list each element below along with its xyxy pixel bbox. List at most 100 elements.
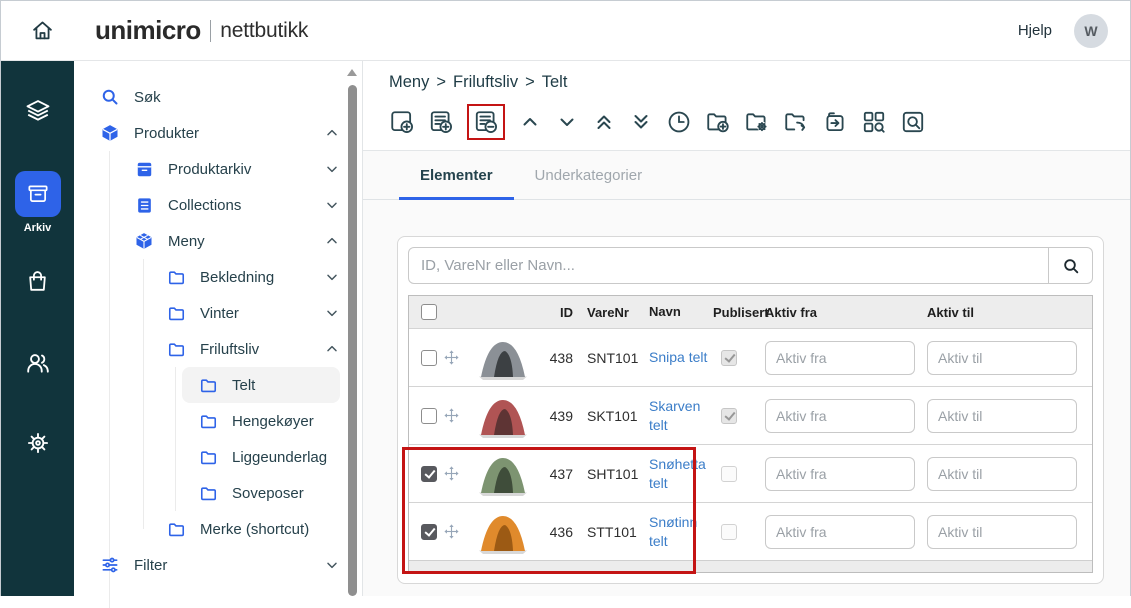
folder-icon: [166, 303, 186, 323]
row-select-checkbox[interactable]: [421, 466, 437, 482]
remove-list-item-icon[interactable]: [473, 109, 499, 135]
select-all-checkbox[interactable]: [421, 304, 437, 320]
folder-move-icon[interactable]: [783, 109, 809, 135]
product-image: [477, 392, 529, 440]
rail-item-settings[interactable]: [24, 429, 52, 457]
search-input[interactable]: [408, 247, 1049, 284]
sidebar-item-bekledning[interactable]: Bekledning: [74, 259, 362, 295]
sidebar-item-label: Merke (shortcut): [200, 521, 309, 538]
folder-icon: [198, 375, 218, 395]
drag-handle-icon[interactable]: [443, 523, 477, 540]
folder-add-icon[interactable]: [705, 109, 731, 135]
chevron-down-icon[interactable]: [324, 269, 340, 285]
aktiv-fra-input[interactable]: [765, 457, 915, 491]
duplicate-arrow-icon[interactable]: [822, 109, 848, 135]
aktiv-til-input[interactable]: [927, 515, 1077, 549]
page: { "topbar": { "brand": "unimicro", "divi…: [0, 0, 1131, 596]
sidebar-item-vinter[interactable]: Vinter: [74, 295, 362, 331]
horizontal-scrollbar-track[interactable]: [409, 560, 1092, 572]
sidebar-item-label: Hengekøyer: [232, 413, 314, 430]
chevron-up-icon[interactable]: [324, 125, 340, 141]
product-link[interactable]: Snøtinn telt: [649, 514, 697, 549]
avatar[interactable]: W: [1074, 14, 1108, 48]
aktiv-fra-input[interactable]: [765, 341, 915, 375]
aktiv-fra-input[interactable]: [765, 515, 915, 549]
row-select-checkbox[interactable]: [421, 350, 437, 366]
chevrons-up-icon[interactable]: [592, 110, 616, 134]
sidebar-item-collections[interactable]: Collections: [74, 187, 362, 223]
help-link[interactable]: Hjelp: [1018, 22, 1052, 39]
aktiv-til-input[interactable]: [927, 341, 1077, 375]
rail-item-customers[interactable]: [24, 349, 52, 377]
chevron-up-icon[interactable]: [324, 233, 340, 249]
header-publisert: Publisert: [713, 305, 761, 320]
breadcrumb-meny[interactable]: Meny: [389, 73, 429, 92]
publisert-checkbox: [721, 466, 737, 482]
row-select-checkbox[interactable]: [421, 408, 437, 424]
product-link[interactable]: Snøhetta telt: [649, 456, 706, 491]
chevrons-down-icon[interactable]: [629, 110, 653, 134]
scrollbar-thumb[interactable]: [348, 85, 357, 596]
tab-underkategorier[interactable]: Underkategorier: [514, 167, 664, 200]
folder-icon: [198, 447, 218, 467]
scrollbar-up-arrow[interactable]: [347, 69, 357, 76]
cell-id: 437: [537, 466, 577, 482]
sidebar-item-label: Bekledning: [200, 269, 274, 286]
folder-gear-icon[interactable]: [744, 109, 770, 135]
aktiv-fra-input[interactable]: [765, 399, 915, 433]
add-list-item-icon[interactable]: [428, 109, 454, 135]
box-search-icon[interactable]: [900, 109, 926, 135]
row-select-checkbox[interactable]: [421, 524, 437, 540]
aktiv-til-input[interactable]: [927, 399, 1077, 433]
brand-product: nettbutikk: [220, 19, 308, 43]
sidebar-item-liggeunderlag[interactable]: Liggeunderlag: [74, 439, 362, 475]
breadcrumb: Meny > Friluftsliv > Telt: [389, 73, 1130, 92]
header-aktiv-fra: Aktiv fra: [761, 305, 923, 320]
rail-item-shop[interactable]: [24, 268, 51, 295]
aktiv-til-input[interactable]: [927, 457, 1077, 491]
rail-item-arkiv[interactable]: Arkiv: [15, 171, 61, 234]
chevron-up-icon[interactable]: [324, 341, 340, 357]
sidebar-nav: Søk Produkter Produktarkiv: [74, 61, 363, 596]
tab-elementer[interactable]: Elementer: [399, 167, 514, 200]
table-row: 437 SHT101 Snøhetta telt: [409, 444, 1092, 502]
folder-icon: [166, 519, 186, 539]
chevron-down-icon[interactable]: [555, 110, 579, 134]
home-icon[interactable]: [25, 14, 59, 48]
sidebar-item-produktarkiv[interactable]: Produktarkiv: [74, 151, 362, 187]
sidebar-item-filter[interactable]: Filter: [74, 547, 362, 583]
sidebar-item-label: Soveposer: [232, 485, 304, 502]
breadcrumb-separator: >: [436, 73, 446, 92]
layers-icon: [24, 97, 52, 125]
sidebar-item-friluftsliv[interactable]: Friluftsliv: [74, 331, 362, 367]
chevron-down-icon[interactable]: [324, 161, 340, 177]
add-element-icon[interactable]: [389, 109, 415, 135]
breadcrumb-friluftsliv[interactable]: Friluftsliv: [453, 73, 518, 92]
rail-item-layers[interactable]: [24, 97, 52, 125]
grid-search-icon[interactable]: [861, 109, 887, 135]
chevron-down-icon[interactable]: [324, 197, 340, 213]
product-link[interactable]: Skarven telt: [649, 398, 700, 433]
breadcrumb-telt[interactable]: Telt: [542, 73, 568, 92]
sidebar-item-meny[interactable]: Meny: [74, 223, 362, 259]
cell-varenr: SKT101: [577, 408, 641, 424]
search-button[interactable]: [1049, 247, 1093, 284]
drag-handle-icon[interactable]: [443, 349, 477, 366]
table-row: 438 SNT101 Snipa telt: [409, 328, 1092, 386]
sidebar-item-hengekoyer[interactable]: Hengekøyer: [74, 403, 362, 439]
clock-icon[interactable]: [666, 109, 692, 135]
drag-handle-icon[interactable]: [443, 465, 477, 482]
chevron-down-icon[interactable]: [324, 305, 340, 321]
chevron-down-icon[interactable]: [324, 557, 340, 573]
drag-handle-icon[interactable]: [443, 407, 477, 424]
sidebar-item-merke-shortcut[interactable]: Merke (shortcut): [74, 511, 362, 547]
product-link[interactable]: Snipa telt: [649, 349, 707, 365]
publisert-checkbox: [721, 408, 737, 424]
folder-icon: [166, 267, 186, 287]
sidebar-item-produkter[interactable]: Produkter: [74, 115, 362, 151]
sidebar-item-soveposer[interactable]: Soveposer: [74, 475, 362, 511]
chevron-up-icon[interactable]: [518, 110, 542, 134]
folder-icon: [166, 339, 186, 359]
sidebar-item-telt[interactable]: Telt: [182, 367, 340, 403]
sidebar-item-sok[interactable]: Søk: [74, 79, 362, 115]
